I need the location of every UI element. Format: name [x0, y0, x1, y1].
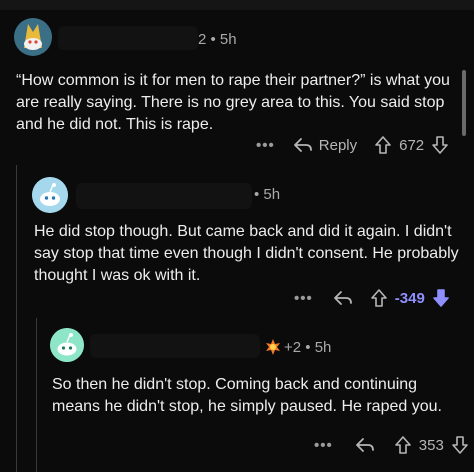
- avatar-trophy-icon[interactable]: [14, 18, 52, 56]
- more-options-icon[interactable]: •••: [256, 137, 275, 154]
- reply-arrow-icon[interactable]: [293, 137, 313, 153]
- downvote-icon[interactable]: [432, 136, 448, 154]
- more-options-icon[interactable]: •••: [294, 290, 313, 307]
- comment-2: • 5h He did stop though. But came back a…: [0, 165, 474, 315]
- redacted-username: [58, 26, 198, 50]
- avatar-snoo-green-icon[interactable]: [50, 328, 84, 362]
- vote-score: 353: [418, 436, 444, 454]
- more-options-icon[interactable]: •••: [314, 437, 333, 454]
- comment-actions-row: ••• 353: [314, 436, 468, 454]
- comment-1: 2 • 5h “How common is it for men to rape…: [0, 0, 474, 165]
- upvote-icon[interactable]: [375, 136, 391, 154]
- comment-actions: ••• Reply 672: [256, 136, 448, 154]
- reply-button[interactable]: Reply: [319, 137, 357, 154]
- avatar-snoo-blue-icon[interactable]: [32, 177, 68, 213]
- redacted-username: [90, 334, 260, 358]
- upvote-icon[interactable]: [370, 289, 387, 307]
- upvote-icon[interactable]: [394, 436, 411, 454]
- comment-thread-screen: 2 • 5h “How common is it for men to rape…: [0, 0, 474, 472]
- downvote-icon[interactable]: [432, 289, 449, 307]
- redacted-username: [76, 183, 252, 209]
- downvote-icon[interactable]: [451, 436, 468, 454]
- comment-body: He did stop though. But came back and di…: [34, 223, 459, 284]
- award-icon: [264, 338, 282, 361]
- comment-meta: +2 • 5h: [284, 339, 332, 356]
- reply-arrow-icon[interactable]: [333, 290, 353, 306]
- vote-score: 672: [399, 136, 425, 154]
- reply-arrow-icon[interactable]: [355, 437, 375, 453]
- comment-meta: • 5h: [254, 186, 281, 203]
- comment-body: “How common is it for men to rape their …: [16, 72, 450, 133]
- vote-score: -349: [394, 289, 425, 307]
- comment-body: So then he didn't stop. Coming back and …: [52, 376, 442, 415]
- comment-actions: ••• -349: [294, 289, 449, 307]
- comment-3: +2 • 5h So then he didn't stop. Coming b…: [0, 318, 474, 472]
- comment-meta: 2 • 5h: [198, 31, 237, 48]
